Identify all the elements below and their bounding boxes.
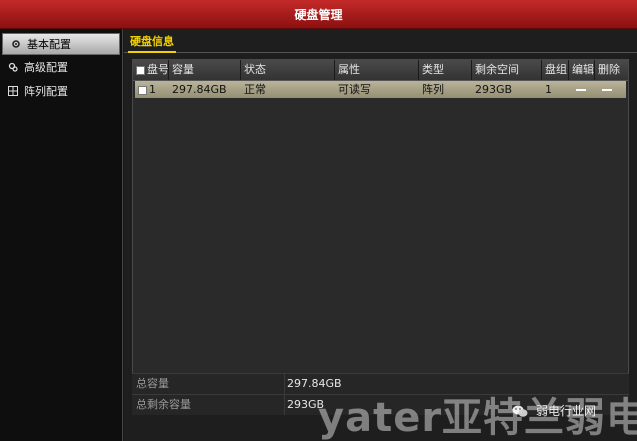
watermark-channel-label: 弱电行业网 (536, 404, 597, 418)
total-capacity-value: 297.84GB (284, 374, 342, 394)
disk-table: 盘号 容量 状态 属性 类型 剩余空间 盘组 编辑 删除 1 297.84GB … (132, 59, 629, 401)
cell-status: 正常 (244, 83, 266, 96)
edit-dash-icon (576, 89, 586, 91)
table-header: 盘号 容量 状态 属性 类型 剩余空间 盘组 编辑 删除 (133, 60, 628, 81)
sidebar-item-label: 基本配置 (27, 38, 71, 51)
tab-disk-info[interactable]: 硬盘信息 (128, 35, 176, 53)
column-header-delete[interactable]: 删除 (595, 60, 628, 80)
column-header-disk-no[interactable]: 盘号 (133, 60, 169, 80)
column-header-capacity[interactable]: 容量 (169, 60, 241, 80)
cell-disk-no: 1 (135, 81, 169, 98)
watermark-channel: 弱电行业网 (512, 402, 596, 419)
sidebar-item-basic-config[interactable]: 基本配置 (2, 33, 120, 55)
row-checkbox[interactable] (138, 85, 147, 95)
sidebar-item-array-config[interactable]: 阵列配置 (0, 79, 122, 103)
delete-button[interactable] (595, 81, 626, 98)
sidebar-item-label: 高级配置 (24, 61, 68, 74)
column-header-attribute[interactable]: 属性 (335, 60, 419, 80)
wechat-icon (512, 405, 528, 417)
gears-icon (8, 62, 18, 72)
cell-capacity: 297.84GB (172, 83, 227, 96)
tab-bar: 硬盘信息 (124, 33, 637, 53)
column-header-type[interactable]: 类型 (419, 60, 472, 80)
column-header-free-space[interactable]: 剩余空间 (472, 60, 542, 80)
total-capacity-row: 总容量 297.84GB (132, 373, 629, 394)
cell-free-space: 293GB (475, 83, 513, 96)
sidebar-item-advanced-config[interactable]: 高级配置 (0, 55, 122, 79)
window-title: 硬盘管理 (0, 0, 637, 29)
sidebar: 基本配置 高级配置 阵列配置 (0, 29, 123, 441)
select-all-checkbox[interactable] (136, 65, 145, 75)
free-capacity-label: 总剩余容量 (136, 398, 191, 411)
table-row[interactable]: 1 297.84GB 正常 可读写 阵列 293GB 1 (135, 81, 626, 98)
column-header-group[interactable]: 盘组 (542, 60, 569, 80)
column-header-status[interactable]: 状态 (241, 60, 335, 80)
cell-type: 阵列 (422, 83, 444, 96)
total-capacity-label: 总容量 (136, 377, 169, 390)
cell-group: 1 (545, 83, 552, 96)
sidebar-item-label: 阵列配置 (24, 85, 68, 98)
edit-button[interactable] (569, 81, 595, 98)
main-panel: 硬盘信息 盘号 容量 状态 属性 类型 剩余空间 盘组 编辑 删除 1 297.… (124, 29, 637, 441)
column-header-edit[interactable]: 编辑 (569, 60, 595, 80)
gear-icon (11, 39, 21, 49)
delete-dash-icon (602, 89, 612, 91)
cell-attribute: 可读写 (338, 83, 371, 96)
grid-icon (8, 86, 18, 96)
